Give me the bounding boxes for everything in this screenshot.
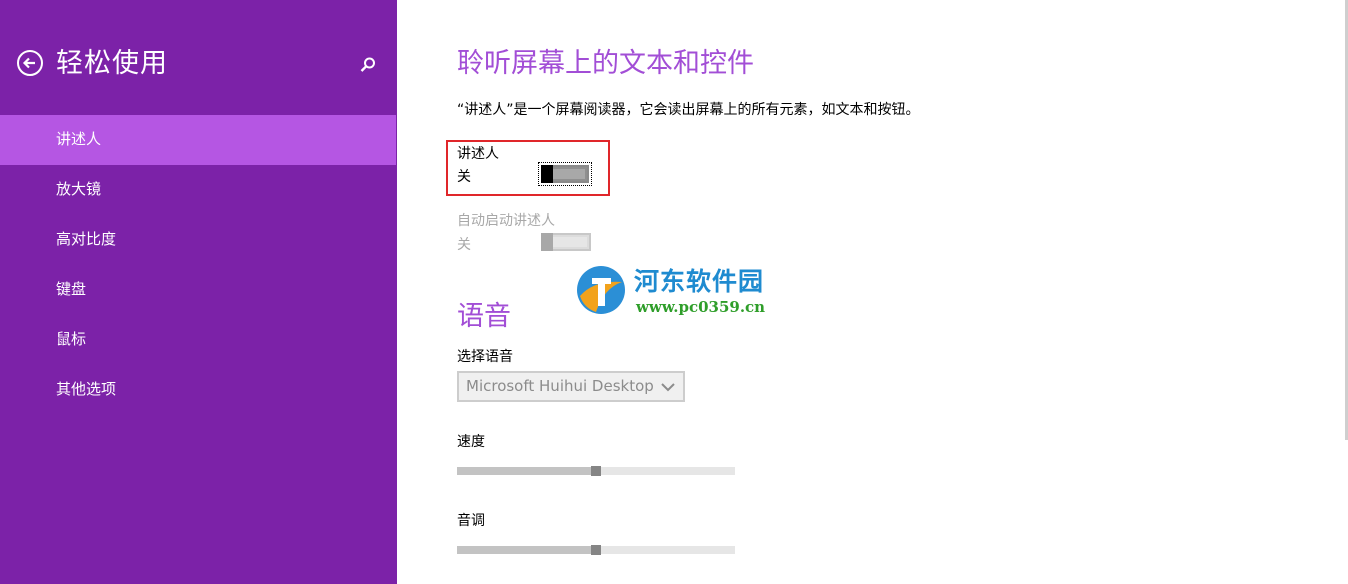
- voice-select-value: Microsoft Huihui Desktop: [466, 377, 654, 395]
- narrator-toggle[interactable]: [538, 162, 592, 186]
- watermark-logo-icon: [577, 266, 625, 314]
- sidebar-item-narrator[interactable]: 讲述人: [0, 115, 396, 165]
- speed-label: 速度: [457, 434, 485, 450]
- auto-start-label: 自动启动讲述人: [457, 213, 555, 229]
- main-content: 聆听屏幕上的文本和控件 “讲述人”是一个屏幕阅读器，它会读出屏幕上的所有元素，如…: [397, 0, 1348, 584]
- sidebar-item-magnifier[interactable]: 放大镜: [0, 165, 397, 215]
- sidebar-item-mouse[interactable]: 鼠标: [0, 315, 397, 365]
- search-icon: [360, 57, 375, 72]
- voice-select-label: 选择语音: [457, 349, 513, 365]
- toggle-thumb: [541, 233, 553, 251]
- pitch-label: 音调: [457, 513, 485, 529]
- narrator-label: 讲述人: [457, 146, 499, 162]
- page-heading: 聆听屏幕上的文本和控件: [457, 48, 754, 79]
- sidebar-item-other-options[interactable]: 其他选项: [0, 365, 397, 415]
- watermark-url: www.pc0359.cn: [636, 298, 766, 316]
- sidebar-item-high-contrast[interactable]: 高对比度: [0, 215, 397, 265]
- narrator-description: “讲述人”是一个屏幕阅读器，它会读出屏幕上的所有元素，如文本和按钮。: [457, 102, 920, 118]
- sidebar-item-keyboard[interactable]: 键盘: [0, 265, 397, 315]
- back-arrow-icon: [22, 57, 35, 69]
- back-button[interactable]: [17, 50, 43, 76]
- auto-start-toggle[interactable]: [541, 233, 591, 251]
- pitch-slider[interactable]: [457, 545, 735, 555]
- sidebar-title: 轻松使用: [56, 48, 168, 79]
- voice-heading: 语音: [457, 301, 511, 332]
- search-button[interactable]: [358, 55, 378, 75]
- sidebar: 轻松使用 讲述人 放大镜 高对比度 键盘 鼠标 其他选项: [0, 0, 397, 584]
- slider-thumb[interactable]: [591, 466, 601, 476]
- toggle-thumb: [541, 165, 553, 183]
- auto-start-state: 关: [457, 237, 471, 253]
- chevron-down-icon: [661, 383, 675, 392]
- voice-select[interactable]: Microsoft Huihui Desktop: [457, 371, 685, 402]
- slider-thumb[interactable]: [591, 545, 601, 555]
- watermark-name: 河东软件园: [634, 267, 765, 296]
- narrator-state: 关: [457, 169, 471, 185]
- sidebar-nav: 讲述人 放大镜 高对比度 键盘 鼠标 其他选项: [0, 115, 397, 415]
- watermark: 河东软件园 www.pc0359.cn: [574, 262, 774, 320]
- speed-slider[interactable]: [457, 466, 735, 476]
